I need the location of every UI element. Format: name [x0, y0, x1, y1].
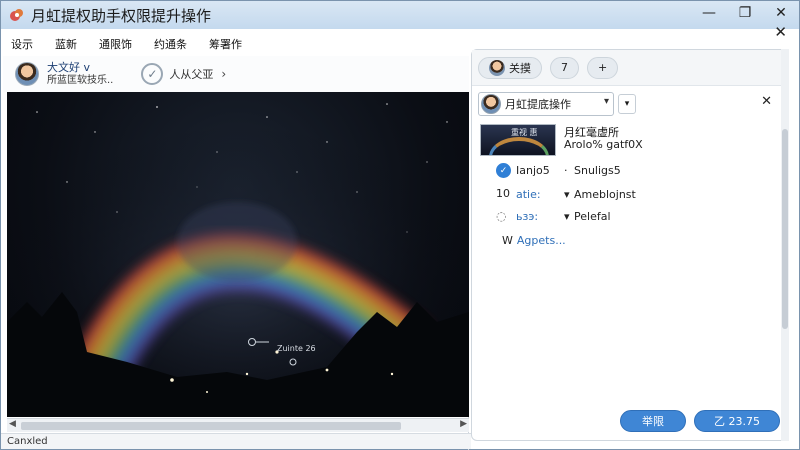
more-prefix: W [502, 234, 513, 247]
user-subtitle: 所蓝匡软技乐.. [47, 75, 114, 86]
minimize-button[interactable]: — [691, 1, 727, 25]
option-row-3[interactable]: ◌ ьзэ: ▾ Pelefal [496, 208, 778, 226]
option-row-1[interactable]: ✓ Ianjo5 · Snuligs5 [496, 162, 778, 180]
detail-panel: 关摸 7 + 月虹提底操作 ▾ ▾ ✕ 重视 惠 月红毫虚所 Arolo% ga… [471, 49, 789, 441]
tab-number: 7 [561, 61, 568, 74]
title-bar: 月虹提权助手权限提升操作 — ❐ ✕ [1, 1, 799, 29]
cancel-button[interactable]: 举限 [620, 410, 686, 432]
app-window: 月虹提权助手权限提升操作 — ❐ ✕ ✕ 设示 蓝新 通限饰 约通条 筹署作 大… [0, 0, 800, 450]
option-key[interactable]: ьзэ: [516, 210, 538, 223]
menu-item-1[interactable]: 设示 [11, 36, 33, 52]
menu-bar: 设示 蓝新 通限饰 约通条 筹署作 [1, 35, 471, 53]
tab-label: 关摸 [509, 61, 531, 75]
more-apps-row: W Agpets... [502, 234, 566, 247]
user-name[interactable]: 大文好 v [47, 61, 113, 74]
check-label: 人从父亚 [169, 68, 214, 81]
option-row-2[interactable]: 10 atie: ▾ Ameblojnst [496, 186, 778, 204]
selector-label: 月虹提底操作 [505, 98, 571, 111]
close-button[interactable]: ✕ [763, 1, 799, 25]
window-title: 月虹提权助手权限提升操作 [31, 6, 212, 25]
horizontal-scrollbar[interactable]: ◀ ▶ [7, 418, 469, 432]
left-pane: 大文好 v 所蓝匡软技乐.. ✓ 人从父亚 › Zuinte 26 ◀ ▶ [3, 56, 469, 450]
chevron-down-icon: ▾ [603, 96, 609, 107]
preview-subtitle: Arolo% gatf0X [564, 138, 643, 151]
chevron-down-icon[interactable]: ▾ [564, 210, 570, 223]
scroll-left-icon[interactable]: ◀ [9, 419, 16, 429]
option-key: Ianjo5 [516, 164, 550, 177]
menu-item-3[interactable]: 通限饰 [99, 36, 132, 52]
inner-close-button[interactable]: ✕ [774, 23, 787, 41]
image-caption: Zuinte 26 [277, 344, 316, 353]
chevron-down-icon[interactable]: ▾ [564, 188, 570, 201]
checked-icon[interactable]: ✓ [496, 163, 511, 178]
check-circle-icon[interactable]: ✓ [141, 63, 164, 85]
preview-thumbnail[interactable]: 重视 惠 [480, 124, 556, 156]
app-logo-icon [9, 7, 25, 23]
option-key[interactable]: atie: [516, 188, 541, 201]
avatar-icon [489, 59, 505, 76]
options-dropdown-button[interactable]: ▾ [618, 94, 636, 114]
plus-icon: + [598, 61, 608, 74]
tab-count-pill[interactable]: 7 [550, 56, 579, 79]
user-info: 大文好 v 所蓝匡软技乐.. [47, 61, 113, 87]
add-tab-button[interactable]: + [587, 56, 619, 79]
maximize-button[interactable]: ❐ [727, 1, 763, 25]
option-value: Pelefal [574, 210, 611, 223]
panel-toolbar: 关摸 7 + [472, 50, 788, 86]
option-separator: · [564, 164, 568, 177]
avatar[interactable] [15, 62, 39, 86]
vertical-scrollbar[interactable] [781, 49, 789, 441]
ok-button[interactable]: 乙 23.75 [694, 410, 780, 432]
loading-spinner-icon: ◌ [496, 209, 507, 223]
scroll-right-icon[interactable]: ▶ [460, 419, 467, 429]
option-value: Ameblojnst [574, 188, 636, 201]
scrollbar-thumb[interactable] [21, 422, 401, 430]
user-row: 大文好 v 所蓝匡软技乐.. ✓ 人从父亚 › [3, 56, 469, 92]
menu-item-5[interactable]: 筹署作 [209, 36, 242, 52]
menu-item-4[interactable]: 约通条 [154, 36, 187, 52]
account-selector[interactable]: 月虹提底操作 ▾ [478, 92, 614, 116]
rainbow-image-view: Zuinte 26 [7, 92, 469, 417]
tab-close-pill[interactable]: 关摸 [478, 56, 542, 79]
option-number: 10 [496, 187, 510, 200]
option-value: Snuligs5 [574, 164, 621, 177]
scrollbar-thumb[interactable] [782, 129, 788, 329]
thumb-overlay-text: 重视 惠 [511, 128, 538, 137]
avatar [481, 94, 501, 114]
panel-close-icon[interactable]: ✕ [761, 94, 772, 109]
chevron-right-icon[interactable]: › [221, 67, 226, 81]
more-apps-link[interactable]: Agpets... [517, 234, 566, 247]
rainbow-night-image [7, 92, 469, 417]
rainbow-icon [489, 137, 549, 155]
menu-item-2[interactable]: 蓝新 [55, 36, 77, 52]
status-bar: Canxled [1, 433, 471, 449]
